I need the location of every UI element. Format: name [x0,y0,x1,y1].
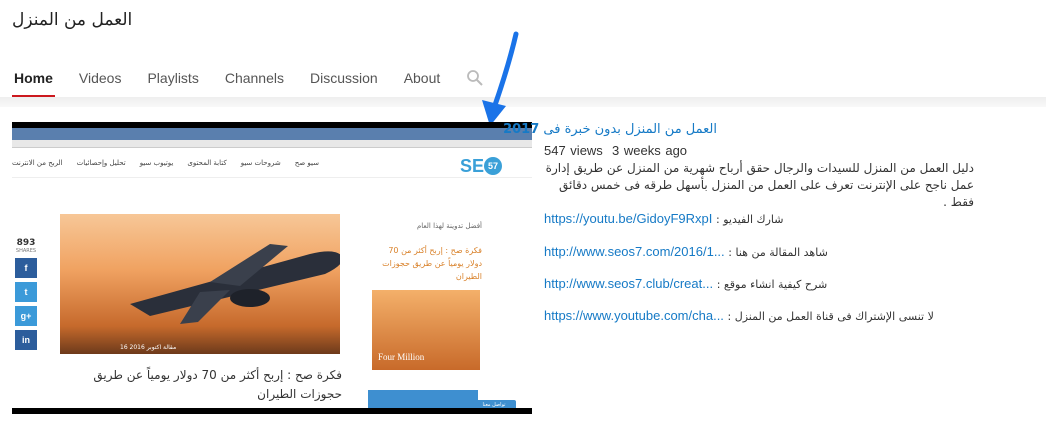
tab-videos[interactable]: Videos [79,70,122,94]
site-sidebar-image: Four Million [372,290,480,370]
chat-button: تواصل معنا [472,400,516,408]
site-nav-item: كتابة المحتوى [187,158,227,167]
description-link-label: شرح كيفية انشاء موقع : [716,278,828,291]
site-logo: SE 57 [460,155,504,177]
site-nav-item: تحليل وإحصائيات [76,158,126,167]
site-nav-item: سيو صح [294,158,319,167]
upload-age: 3 weeks ago [612,143,688,158]
tab-channels[interactable]: Channels [225,70,284,94]
share-column: 893 SHARES f t g+ in [14,238,38,354]
annotation-arrow-icon [482,31,519,126]
thumbnail-browser-screenshot: سيو صح شروحات سيو كتابة المحتوى يوتيوب س… [12,128,532,408]
video-title[interactable]: العمل من المنزل بدون خبرة فى 2017 [503,122,717,137]
tab-about[interactable]: About [404,70,441,94]
site-nav-item: الربح من الانترنت [12,158,63,167]
site-sidebar-link: فكرة صح : إربح أكثر من 70 دولار يومياً ع… [382,246,482,281]
site-nav-item: يوتيوب سيو [139,158,174,167]
article-title: فكرة صح : إربح أكثر من 70 دولار يومياً ع… [93,368,342,401]
tab-playlists[interactable]: Playlists [147,70,198,94]
video-description: دليل العمل من المنزل للسيدات والرجال حقق… [545,161,974,209]
twitter-icon: t [15,282,37,302]
side-image-caption: Four Million [378,352,425,362]
channel-tabs: Home Videos Playlists Channels Discussio… [12,70,484,98]
article-image: 16 مقالة اكتوبر 2016 [60,214,340,354]
description-link[interactable]: http://www.seos7.club/creat... [544,276,713,291]
tab-discussion[interactable]: Discussion [310,70,378,94]
site-sidebar-heading: أفضل تدوينة لهذا العام [416,222,482,230]
browser-tabbar [12,128,532,140]
description-link-label: شاهد المقالة من هنا : [728,246,828,259]
description-link-row: http://www.seos7.club/creat... شرح كيفية… [544,276,827,291]
video-meta: 547 views 3 weeks ago [544,143,687,158]
description-link-row: http://www.seos7.com/2016/1... شاهد المق… [544,244,828,259]
youtube-channel-page: العمل من المنزل Home Videos Playlists Ch… [0,0,1046,426]
description-link-label: لا تنسى الإشتراك فى قناة العمل من المنزل… [727,310,934,323]
share-count: 893 [16,238,36,248]
browser-addressbar [12,140,532,148]
video-thumbnail[interactable]: سيو صح شروحات سيو كتابة المحتوى يوتيوب س… [12,122,532,414]
description-link-label: شارك الفيديو : [716,213,784,226]
google-plus-icon: g+ [15,306,37,326]
site-nav: سيو صح شروحات سيو كتابة المحتوى يوتيوب س… [12,148,532,178]
facebook-icon: f [15,258,37,278]
view-count: 547 views [544,143,603,158]
site-sidebar-box [368,390,478,408]
channel-title: العمل من المنزل [12,10,133,30]
description-link-row: https://www.youtube.com/cha... لا تنسى ا… [544,308,934,323]
tab-home[interactable]: Home [12,70,55,98]
description-link[interactable]: https://youtu.be/GidoyF9RxpI [544,211,712,226]
linkedin-icon: in [15,330,37,350]
share-label: SHARES [15,248,37,254]
airplane-icon [130,244,340,324]
article-image-meta: 16 مقالة اكتوبر 2016 [120,344,177,351]
description-link[interactable]: https://www.youtube.com/cha... [544,308,724,323]
description-link-row: https://youtu.be/GidoyF9RxpI شارك الفيدي… [544,211,783,226]
description-link[interactable]: http://www.seos7.com/2016/1... [544,244,725,259]
site-nav-item: شروحات سيو [240,158,281,167]
